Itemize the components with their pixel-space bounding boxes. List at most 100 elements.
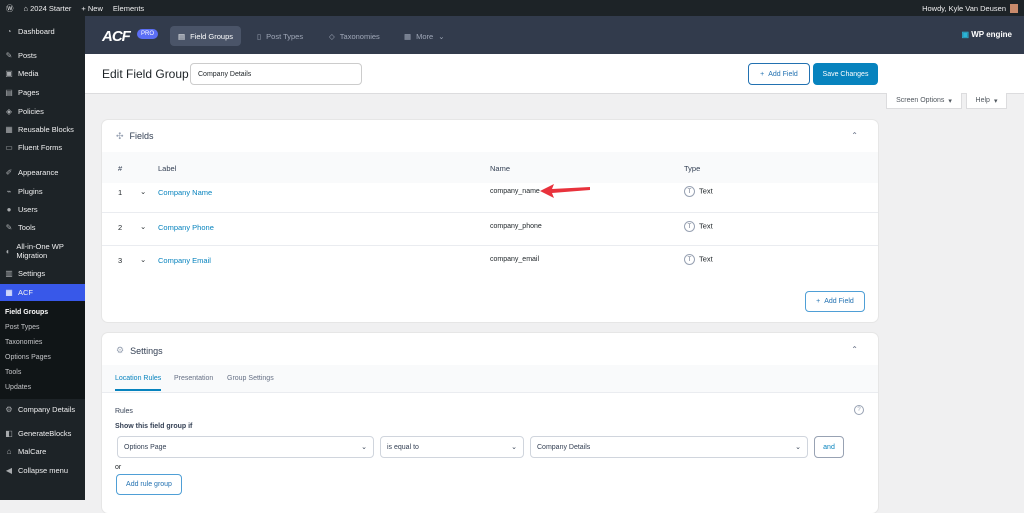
sidebar-item-fluent-forms[interactable]: ▭ Fluent Forms	[0, 143, 85, 152]
text-type-icon: T	[684, 186, 695, 197]
sidebar-item-tools[interactable]: ✎ Tools	[0, 223, 85, 232]
field-group-title-input[interactable]: Company Details	[190, 63, 362, 85]
caret-down-icon: ▾	[948, 97, 952, 105]
sidebar-item-appearance[interactable]: ✐ Appearance	[0, 168, 85, 177]
sidebar-item-reusable-blocks[interactable]: ▦ Reusable Blocks	[0, 125, 85, 134]
sidebar-item-acf[interactable]: ▦ ACF	[0, 284, 85, 301]
menu-label: Pages	[18, 88, 40, 97]
sidebar-item-generateblocks[interactable]: ◧ GenerateBlocks	[0, 429, 85, 438]
sidebar-item-pages[interactable]: ▤ Pages	[0, 88, 85, 97]
red-arrow-annotation	[540, 184, 590, 198]
chevron-down-icon[interactable]: ⌄	[140, 255, 146, 264]
chevron-down-icon[interactable]: ⌄	[140, 187, 146, 196]
sidebar-item-plugins[interactable]: ⌁ Plugins	[0, 187, 85, 196]
post-types-icon: ▯	[257, 31, 262, 41]
button-label: Add Field	[824, 298, 854, 305]
sidebar-item-users[interactable]: ● Users	[0, 205, 85, 214]
menu-label: Users	[18, 205, 38, 214]
tab-group-settings[interactable]: Group Settings	[227, 375, 274, 382]
and-button[interactable]: and	[814, 436, 844, 458]
chevron-down-icon[interactable]: ⌄	[140, 222, 146, 231]
field-type: T Text	[684, 186, 713, 197]
table-row[interactable]: 1 ⌄ Company Name company_name T Text	[102, 177, 878, 210]
tab-taxonomies[interactable]: ◇ Taxonomies	[321, 26, 388, 46]
field-label-link[interactable]: Company Email	[158, 256, 211, 265]
header-num: #	[118, 164, 123, 173]
table-row[interactable]: 2 ⌄ Company Phone company_phone T Text	[102, 212, 878, 245]
tab-location-rules[interactable]: Location Rules	[115, 375, 162, 391]
user-menu[interactable]: Howdy, Kyle Van Deusen	[922, 3, 1018, 13]
help-icon[interactable]: ?	[854, 405, 864, 415]
sidebar-item-settings[interactable]: ▥ Settings	[0, 269, 85, 278]
header-type: Type	[684, 164, 701, 173]
wordpress-logo-icon[interactable]: Ⓦ	[6, 3, 14, 14]
submenu-field-groups[interactable]: Field Groups	[5, 309, 48, 316]
tab-label: Post Types	[266, 31, 304, 41]
submenu-post-types[interactable]: Post Types	[5, 324, 40, 331]
sidebar-item-migration[interactable]: ◐ All-in-One WP Migration	[0, 242, 80, 260]
screen-options-button[interactable]: Screen Options ▾	[886, 93, 962, 109]
menu-label: All-in-One WP Migration	[16, 242, 64, 260]
text-type-icon: T	[684, 221, 695, 232]
rule-operator-select[interactable]: is equal to ⌄	[380, 436, 524, 458]
panel-title: Settings	[130, 345, 163, 356]
collapse-menu-button[interactable]: ◀ Collapse menu	[0, 466, 85, 475]
menu-label: GenerateBlocks	[18, 429, 72, 438]
table-row[interactable]: 3 ⌄ Company Email company_email T Text	[102, 245, 878, 278]
help-button[interactable]: Help ▾	[966, 93, 1007, 109]
add-rule-group-button[interactable]: Add rule group	[116, 474, 182, 495]
elements-link[interactable]: Elements	[113, 4, 144, 13]
field-label-link[interactable]: Company Name	[158, 188, 212, 197]
tag-icon: ◇	[329, 31, 335, 41]
menu-label: Reusable Blocks	[18, 125, 74, 134]
type-label: Text	[699, 186, 713, 196]
submenu-taxonomies[interactable]: Taxonomies	[5, 339, 42, 346]
sidebar-item-posts[interactable]: ✎ Posts	[0, 51, 85, 60]
save-changes-button[interactable]: Save Changes	[813, 63, 878, 85]
chevron-up-icon[interactable]: ⌃	[851, 131, 858, 140]
acf-logo: ACF	[102, 28, 131, 45]
migration-icon: ◐	[5, 246, 11, 256]
menu-label: Plugins	[18, 187, 43, 196]
add-field-button[interactable]: + Add Field	[748, 63, 810, 85]
acf-grid-icon: ▦	[5, 288, 13, 297]
select-value: Options Page	[124, 443, 167, 451]
tab-presentation[interactable]: Presentation	[174, 375, 213, 382]
caret-down-icon: ▾	[993, 97, 998, 105]
settings-panel-header[interactable]: ⚙ Settings	[102, 333, 878, 368]
site-name-link[interactable]: ⌂ 2024 Starter	[24, 4, 72, 13]
fields-panel-header[interactable]: ✣ Fields	[102, 120, 878, 152]
sidebar-item-media[interactable]: ▣ Media	[0, 69, 85, 78]
text-type-icon: T	[684, 254, 695, 265]
button-label: Add Field	[768, 70, 798, 78]
chevron-up-icon[interactable]: ⌃	[851, 345, 858, 354]
sidebar-item-dashboard[interactable]: ◔ Dashboard	[0, 27, 85, 36]
field-name: company_phone	[490, 223, 542, 230]
rule-param-select[interactable]: Options Page ⌄	[117, 436, 374, 458]
settings-panel: ⚙ Settings ⌃ Location Rules Presentation …	[102, 333, 878, 513]
field-type: T Text	[684, 254, 713, 265]
row-num: 2	[118, 223, 123, 232]
button-label: Screen Options	[896, 97, 945, 104]
add-field-bottom-button[interactable]: + Add Field	[805, 291, 865, 312]
submenu-tools[interactable]: Tools	[5, 369, 21, 376]
tab-more[interactable]: ▦ More ⌄	[396, 26, 452, 46]
chevron-down-icon: ⌄	[361, 444, 367, 451]
sidebar-item-policies[interactable]: ◈ Policies	[0, 107, 85, 116]
tab-post-types[interactable]: ▯ Post Types	[249, 26, 311, 46]
menu-label: Media	[18, 69, 39, 78]
tab-field-groups[interactable]: ▤ Field Groups	[170, 26, 242, 46]
gear-icon: ⚙	[5, 405, 13, 414]
submenu-updates[interactable]: Updates	[5, 384, 31, 391]
field-label-link[interactable]: Company Phone	[158, 223, 214, 232]
sidebar-item-malcare[interactable]: ⌂ MalCare	[0, 447, 85, 456]
rule-value-select[interactable]: Company Details ⌄	[530, 436, 808, 458]
new-link[interactable]: + New	[81, 4, 102, 13]
lock-icon: ⌂	[6, 447, 12, 456]
pro-badge: PRO	[137, 29, 159, 39]
submenu-options-pages[interactable]: Options Pages	[5, 354, 51, 361]
sidebar-item-company-details[interactable]: ⚙ Company Details	[0, 405, 85, 414]
title-bar: Edit Field Group Company Details + Add Fi…	[85, 54, 1024, 94]
or-label: or	[115, 464, 122, 471]
select-value: Company Details	[537, 443, 591, 451]
